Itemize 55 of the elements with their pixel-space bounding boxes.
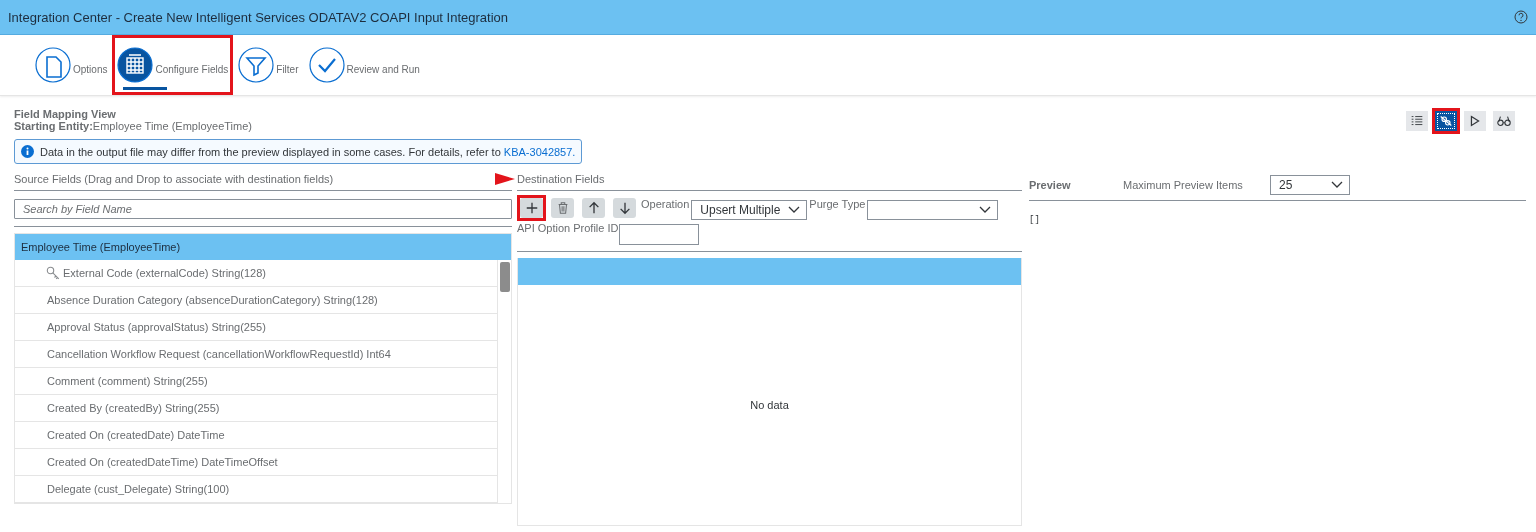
selected-underline — [123, 87, 168, 90]
step-icon[interactable] — [308, 47, 345, 83]
empty-message: No data — [750, 399, 789, 411]
key-icon — [46, 266, 60, 280]
field-row[interactable]: Created On (createdDate) DateTime — [15, 422, 497, 449]
entity-row[interactable]: Employee Time (EmployeeTime) — [15, 234, 511, 260]
search-field[interactable]: Search by Field Name — [14, 199, 512, 219]
chevron-down-icon — [1331, 181, 1343, 189]
info-icon — [21, 145, 34, 158]
step-label[interactable]: Options — [73, 63, 108, 75]
step-icon[interactable] — [35, 47, 71, 83]
operation-select[interactable]: Upsert Multiple — [691, 200, 808, 220]
starting-entity: Starting Entity:Employee Time (EmployeeTime) — [14, 120, 252, 132]
field-row[interactable]: Absence Duration Category (absenceDurationCategory) String(128) — [15, 287, 497, 314]
step-icon[interactable] — [117, 47, 154, 83]
delete-button[interactable] — [551, 198, 574, 218]
down-icon — [617, 201, 632, 215]
field-row[interactable]: External Code (externalCode) String(128) — [15, 260, 497, 287]
field-row[interactable]: Created By (createdBy) String(255) — [15, 395, 497, 422]
view-toggle-button[interactable] — [1406, 111, 1428, 131]
up-button[interactable] — [582, 198, 605, 218]
field-row[interactable]: Comment (comment) String(255) — [15, 368, 497, 395]
preview-heading: Preview — [1029, 179, 1072, 191]
kba-link[interactable]: KBA-3042857. — [503, 145, 576, 158]
step-label[interactable]: Review and Run — [346, 63, 420, 75]
profile-id-label: API Option Profile ID — [517, 222, 619, 236]
window-title: Integration Center - Create New Intelligent Services ODATAV2 COAPI Input Integration — [8, 9, 508, 25]
info-text: Data in the output file may differ from the preview displayed in some cases. For details, refer to KBA-3042857. — [40, 145, 576, 158]
field-row[interactable]: Created On (createdDateTime) DateTimeOffset — [15, 449, 497, 476]
mapping-icon — [1438, 113, 1454, 129]
step-label[interactable]: Configure Fields — [155, 63, 229, 75]
annotation-arrow — [495, 173, 515, 185]
field-row[interactable]: Approval Status (approvalStatus) String(255) — [15, 314, 497, 341]
operation-label: Operation — [641, 198, 690, 210]
step-icon[interactable] — [238, 47, 275, 83]
step-label[interactable]: Filter — [276, 63, 299, 75]
add-icon — [524, 201, 539, 215]
down-button[interactable] — [613, 198, 636, 218]
destination-heading: Destination Fields — [517, 170, 1022, 191]
view-toggle-button[interactable] — [1493, 111, 1515, 131]
scrollbar-thumb[interactable] — [500, 262, 510, 292]
view-toggle-button[interactable] — [1464, 111, 1486, 131]
chevron-down-icon — [979, 206, 992, 214]
preview-output: [] — [1029, 215, 1041, 225]
max-items-label: Maximum Preview Items — [1123, 179, 1244, 191]
profile-id-field[interactable] — [618, 224, 699, 245]
field-row[interactable]: Delegate (cust_Delegate) String(100) — [15, 476, 497, 503]
purge-type-label: Purge Type — [809, 198, 866, 210]
up-icon — [586, 201, 601, 215]
chevron-down-icon — [788, 206, 801, 214]
purge-type-select[interactable] — [867, 200, 999, 220]
field-row[interactable]: Cancellation Workflow Request (cancellationWorkflowRequestId) Int64 — [15, 341, 497, 368]
view-title: Field Mapping View — [14, 108, 117, 120]
help-icon[interactable] — [1514, 10, 1528, 24]
max-items-select[interactable]: 25 — [1270, 175, 1350, 195]
